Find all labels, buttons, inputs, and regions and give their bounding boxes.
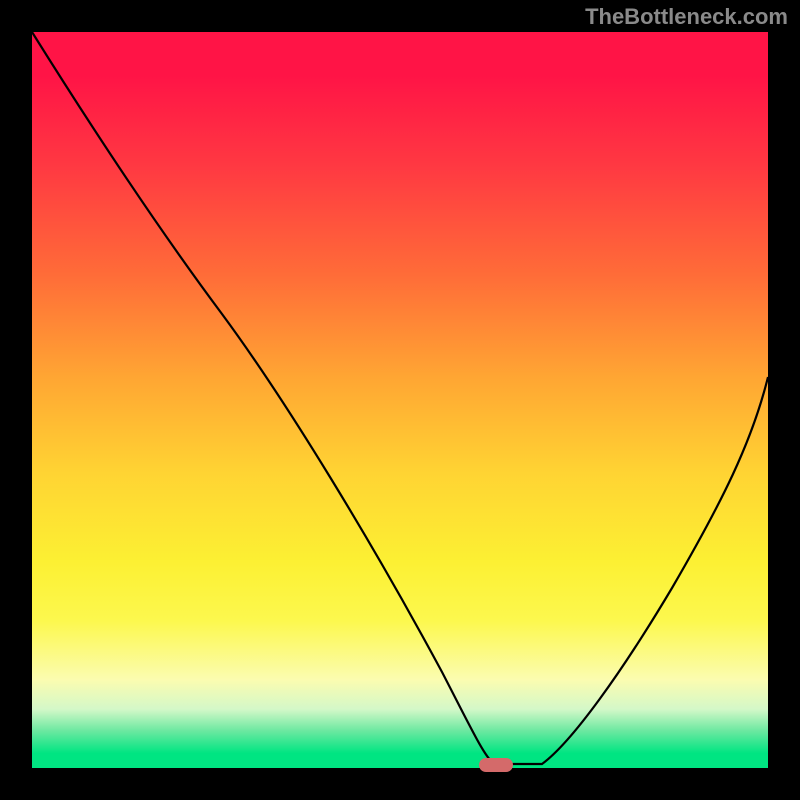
chart-plot-area bbox=[32, 32, 768, 768]
chart-marker bbox=[479, 758, 513, 772]
chart-line-series bbox=[32, 32, 768, 768]
watermark-text: TheBottleneck.com bbox=[585, 4, 788, 30]
